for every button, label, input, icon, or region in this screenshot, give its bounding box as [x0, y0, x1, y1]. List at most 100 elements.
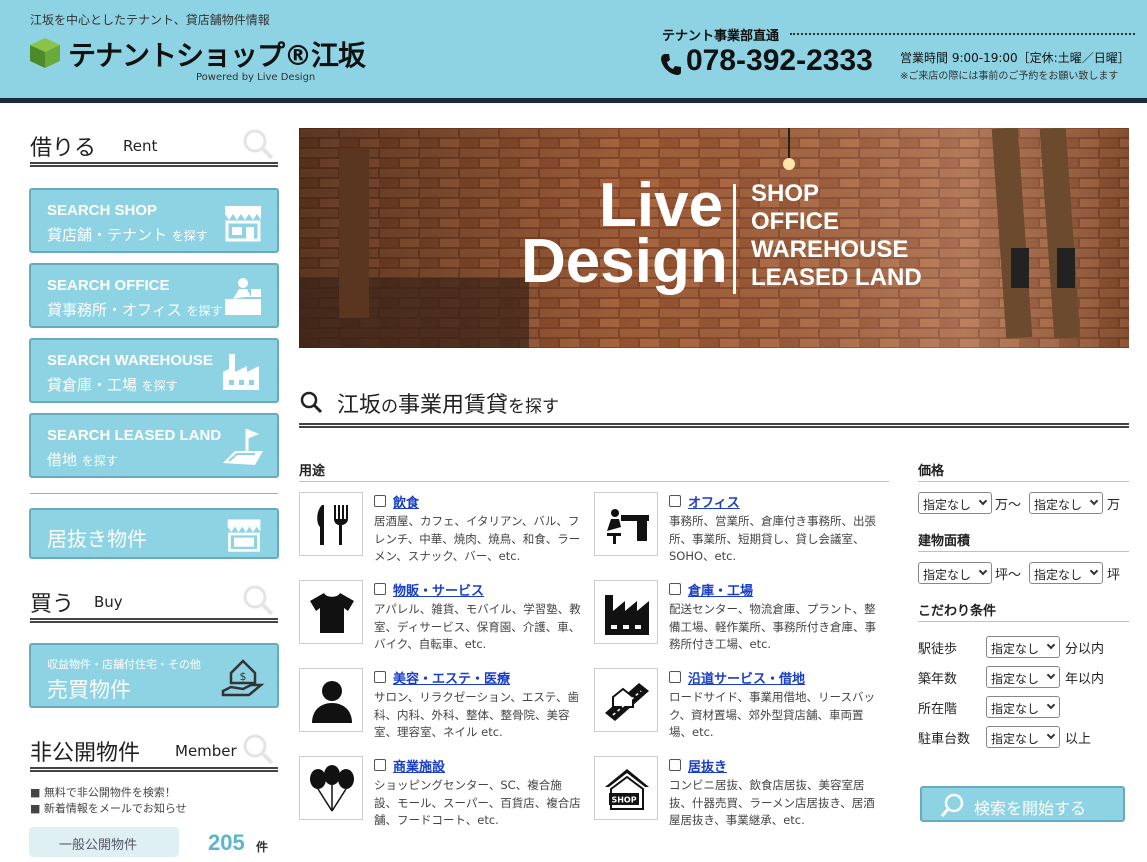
start-search-label: 検索を開始する [974, 799, 1087, 818]
parking-label: 駐車台数 [918, 732, 971, 747]
category-checkbox[interactable] [669, 759, 681, 771]
category-beauty-medical: 美容・エステ・医療 サロン、リラクゼーション、エステ、歯科、内科、外科、整体、整… [299, 668, 589, 748]
category-link[interactable]: 美容・エステ・医療 [393, 668, 510, 687]
area-max-select[interactable]: 指定なし [1029, 562, 1103, 584]
site-logo[interactable]: テナントショップ®江坂 [68, 34, 366, 74]
money-hand-icon: $ [221, 659, 265, 697]
category-checkbox[interactable] [669, 583, 681, 595]
buy-heading: 買う Buy [30, 582, 278, 624]
search-warehouse-jp: 貸倉庫・工場 を探す [47, 376, 178, 394]
category-link[interactable]: 沿道サービス・借地 [688, 668, 805, 687]
category-restaurant: 飲食 居酒屋、カフェ、イタリアン、バル、フレンチ、中華、焼肉、焼鳥、和食、ラーメ… [299, 492, 589, 572]
filter-rule [918, 551, 1129, 552]
start-search-button[interactable]: 検索を開始する [920, 786, 1125, 822]
search-shop-button[interactable]: SEARCH SHOP 貸店舗・テナント を探す [29, 188, 279, 253]
category-image: SHOP [594, 756, 658, 820]
category-image [299, 756, 363, 820]
search-office-en: SEARCH OFFICE [47, 277, 170, 294]
category-link[interactable]: オフィス [688, 492, 740, 511]
area-unit-min: 坪〜 [995, 568, 1022, 583]
banner-cat-warehouse: WAREHOUSE [751, 236, 909, 263]
phone-icon [661, 54, 681, 75]
search-land-jp: 借地 を探す [47, 451, 118, 469]
category-link[interactable]: 居抜き [688, 756, 727, 775]
area-min-select[interactable]: 指定なし [918, 562, 992, 584]
chevron-down-icon [1046, 640, 1056, 650]
category-link[interactable]: 倉庫・工場 [688, 580, 753, 599]
parking-unit: 以上 [1065, 732, 1092, 747]
category-checkbox[interactable] [669, 495, 681, 507]
shop-house-icon: SHOP [605, 769, 649, 810]
public-count: 205 [208, 830, 245, 855]
usage-rule [299, 481, 889, 482]
walk-time-select[interactable]: 指定なし [986, 636, 1060, 658]
direct-line-label: テナント事業部直通 [662, 29, 780, 44]
factory-icon [223, 354, 259, 390]
member-heading: 非公開物件 Member [30, 731, 278, 773]
banner-cat-land: LEASED LAND [751, 264, 922, 291]
balloons-icon [310, 765, 354, 812]
banner-cat-shop: SHOP [751, 180, 820, 207]
office-desk-icon [607, 509, 649, 544]
price-min-select[interactable]: 指定なし [918, 492, 992, 514]
svg-text:$: $ [240, 670, 247, 683]
price-label: 価格 [918, 464, 945, 479]
category-checkbox[interactable] [374, 583, 386, 595]
category-link[interactable]: 商業施設 [393, 756, 445, 775]
public-properties-tab[interactable]: 一般公開物件 [29, 827, 179, 857]
category-link[interactable]: 物販・サービス [393, 580, 484, 599]
search-office-jp: 貸事務所・オフィス を探す [47, 301, 223, 319]
office-worker-icon [225, 278, 261, 315]
search-icon [940, 793, 964, 817]
category-warehouse: 倉庫・工場 配送センター、物流倉庫、プラント、整備工場、軽作業所、事務所付き倉庫… [594, 580, 884, 660]
banner-brand-line1: Live [599, 171, 724, 240]
search-section-heading: 江坂の事業用賃貸を探す [299, 386, 1129, 430]
search-icon [300, 391, 323, 414]
magnifier-deco-icon [243, 585, 274, 616]
category-link[interactable]: 飲食 [393, 492, 419, 511]
hero-banner[interactable]: Live Design SHOP OFFICE WAREHOUSE LEASED… [299, 128, 1129, 348]
usage-label: 用途 [299, 464, 326, 479]
magnifier-deco-icon [243, 129, 274, 160]
sale-property-button[interactable]: 収益物件・店舗付住宅・その他 売買物件 $ [29, 643, 279, 708]
sale-property-main: 売買物件 [47, 678, 131, 702]
floor-label: 所在階 [918, 702, 958, 717]
area-unit-max: 坪 [1107, 568, 1121, 583]
category-checkbox[interactable] [374, 671, 386, 683]
category-desc: コンビニ居抜、飲食店居抜、美容室居抜、什器売買、ラーメン店居抜き、居酒屋居抜き、… [669, 778, 875, 827]
category-checkbox[interactable] [669, 671, 681, 683]
building-age-select[interactable]: 指定なし [986, 666, 1060, 688]
banner-divider [733, 184, 736, 294]
building-age-unit: 年以内 [1065, 672, 1105, 687]
filter-rule [918, 481, 1129, 482]
search-warehouse-button[interactable]: SEARCH WAREHOUSE 貸倉庫・工場 を探す [29, 338, 279, 403]
category-image [299, 492, 363, 556]
banner-cat-office: OFFICE [751, 208, 839, 235]
phone-number[interactable]: 078-392-2333 [686, 44, 873, 78]
search-leased-land-button[interactable]: SEARCH LEASED LAND 借地 を探す [29, 413, 279, 478]
category-checkbox[interactable] [374, 495, 386, 507]
category-image [594, 492, 658, 556]
fork-knife-icon [317, 505, 348, 545]
category-checkbox[interactable] [374, 759, 386, 771]
category-desc: 配送センター、物流倉庫、プラント、整備工場、軽作業所、事務所付き倉庫、事務所付き… [669, 602, 876, 651]
inuki-property-button[interactable]: 居抜き物件 [29, 508, 279, 559]
building-age-label: 築年数 [918, 672, 958, 687]
search-office-button[interactable]: SEARCH OFFICE 貸事務所・オフィス を探す [29, 263, 279, 328]
roadside-icon [605, 683, 649, 721]
conditions-label: こだわり条件 [918, 604, 997, 619]
chevron-down-icon [1046, 670, 1056, 680]
category-inuki: SHOP 居抜き コンビニ居抜、飲食店居抜、美容室居抜、什器売買、ラーメン店居抜… [594, 756, 884, 836]
price-unit-min: 万〜 [995, 498, 1022, 513]
price-max-select[interactable]: 指定なし [1029, 492, 1103, 514]
shop-icon [225, 206, 261, 242]
member-heading-en: Member [175, 742, 237, 760]
category-desc: ショッピングセンター、SC、複合施設、モール、スーパー、百貨店、複合店舗、フード… [374, 778, 581, 827]
parking-select[interactable]: 指定なし [986, 726, 1060, 748]
page-root: 江坂を中心としたテナント、貸店舗物件情報 テナントショップ®江坂 Powered… [0, 0, 1147, 862]
chevron-down-icon [1089, 566, 1099, 576]
dotted-divider [790, 33, 1135, 35]
category-image [299, 580, 363, 644]
heading-rule [30, 162, 278, 167]
floor-select[interactable]: 指定なし [986, 696, 1060, 718]
